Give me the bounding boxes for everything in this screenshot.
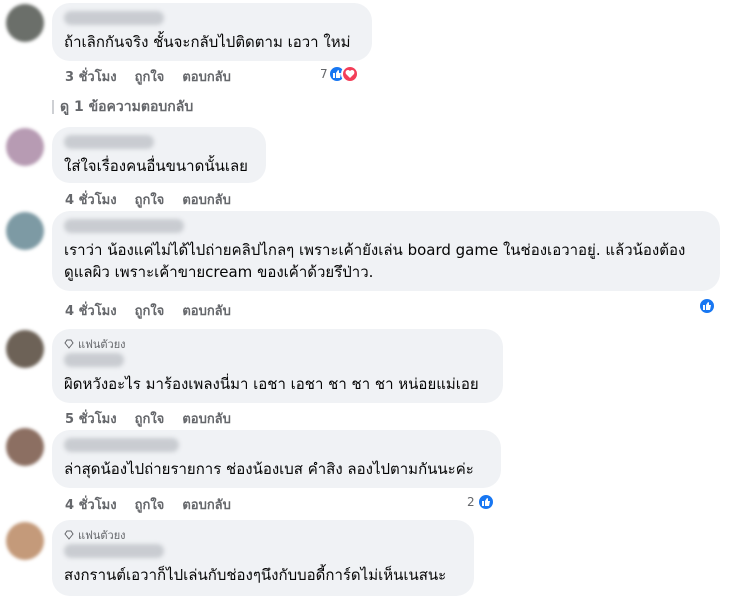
comment-text: ผิดหวังอะไร มาร้องเพลงนี่มา เอชา เอชา ชา…	[64, 375, 479, 393]
reply-thread-line	[52, 100, 54, 114]
reply-button[interactable]: ตอบกลับ	[182, 66, 231, 87]
author-name[interactable]	[64, 353, 124, 367]
view-replies-label[interactable]: ดู 1 ข้อความตอบกลับ	[60, 96, 193, 118]
badge-label: แฟนตัวยง	[78, 529, 126, 542]
comment-actions: 4 ชั่วโมง ถูกใจ ตอบกลับ	[65, 189, 231, 210]
reaction-count: 2	[467, 495, 475, 509]
timestamp[interactable]: 5 ชั่วโมง	[65, 408, 117, 429]
comment-bubble: ใส่ใจเรื่องคนอื่นขนาดนั้นเลย	[52, 127, 266, 183]
reply-button[interactable]: ตอบกลับ	[182, 494, 231, 515]
view-replies-link[interactable]: ดู 1 ข้อความตอบกลับ	[52, 96, 193, 118]
reaction-summary[interactable]: 2	[467, 493, 495, 511]
author-name[interactable]	[64, 438, 179, 452]
author-name[interactable]	[64, 135, 154, 149]
avatar[interactable]	[6, 428, 44, 466]
badge-label: แฟนตัวยง	[78, 338, 126, 351]
like-button[interactable]: ถูกใจ	[135, 494, 165, 515]
comment-bubble: แฟนตัวยง ผิดหวังอะไร มาร้องเพลงนี่มา เอช…	[52, 329, 503, 403]
like-button[interactable]: ถูกใจ	[135, 300, 165, 321]
comment-actions: 4 ชั่วโมง ถูกใจ ตอบกลับ	[65, 494, 231, 515]
reply-button[interactable]: ตอบกลับ	[182, 189, 231, 210]
diamond-icon	[64, 339, 74, 349]
diamond-icon	[64, 530, 74, 540]
like-icon	[698, 297, 716, 315]
avatar[interactable]	[6, 212, 44, 250]
comment-bubble: ถ้าเลิกกันจริง ชั้นจะกลับไปติดตาม เอวา ใ…	[52, 3, 372, 61]
like-button[interactable]: ถูกใจ	[135, 66, 165, 87]
author-name[interactable]	[64, 219, 184, 233]
like-button[interactable]: ถูกใจ	[135, 408, 165, 429]
reply-button[interactable]: ตอบกลับ	[182, 300, 231, 321]
comment-actions: 3 ชั่วโมง ถูกใจ ตอบกลับ	[65, 66, 231, 87]
love-icon	[340, 65, 359, 83]
fan-badge: แฟนตัวยง	[64, 528, 462, 542]
comment-bubble: ล่าสุดน้องไปถ่ายรายการ ช่องน้องเบส คำสิง…	[52, 430, 501, 488]
comment-text: ล่าสุดน้องไปถ่ายรายการ ช่องน้องเบส คำสิง…	[64, 460, 474, 478]
avatar[interactable]	[6, 330, 44, 368]
comment-text: สงกรานต์เอวาก็ไปเล่นกับช่องๆนึงกับบอดี้ก…	[64, 566, 447, 584]
comment-bubble: แฟนตัวยง สงกรานต์เอวาก็ไปเล่นกับช่องๆนึง…	[52, 520, 474, 596]
author-name[interactable]	[64, 544, 164, 558]
timestamp[interactable]: 4 ชั่วโมง	[65, 189, 117, 210]
reaction-summary[interactable]	[698, 297, 716, 315]
comment-actions: 5 ชั่วโมง ถูกใจ ตอบกลับ	[65, 408, 231, 429]
timestamp[interactable]: 4 ชั่วโมง	[65, 494, 117, 515]
comment-text: ถ้าเลิกกันจริง ชั้นจะกลับไปติดตาม เอวา ใ…	[64, 33, 351, 51]
reply-button[interactable]: ตอบกลับ	[182, 408, 231, 429]
comment-text: ใส่ใจเรื่องคนอื่นขนาดนั้นเลย	[64, 157, 248, 175]
author-name[interactable]	[64, 11, 164, 25]
comment-text: เราว่า น้องแค่ไม่ได้ไปถ่ายคลิปไกลๆ เพราะ…	[64, 241, 686, 281]
avatar[interactable]	[6, 522, 44, 560]
fan-badge: แฟนตัวยง	[64, 337, 491, 351]
timestamp[interactable]: 4 ชั่วโมง	[65, 300, 117, 321]
avatar[interactable]	[6, 4, 44, 42]
like-button[interactable]: ถูกใจ	[135, 189, 165, 210]
avatar[interactable]	[6, 128, 44, 166]
like-icon	[476, 493, 495, 511]
comment-bubble: เราว่า น้องแค่ไม่ได้ไปถ่ายคลิปไกลๆ เพราะ…	[52, 211, 720, 291]
reaction-summary[interactable]: 7	[320, 65, 359, 83]
comment-actions: 4 ชั่วโมง ถูกใจ ตอบกลับ	[65, 300, 231, 321]
reaction-count: 7	[320, 67, 328, 81]
timestamp[interactable]: 3 ชั่วโมง	[65, 66, 117, 87]
